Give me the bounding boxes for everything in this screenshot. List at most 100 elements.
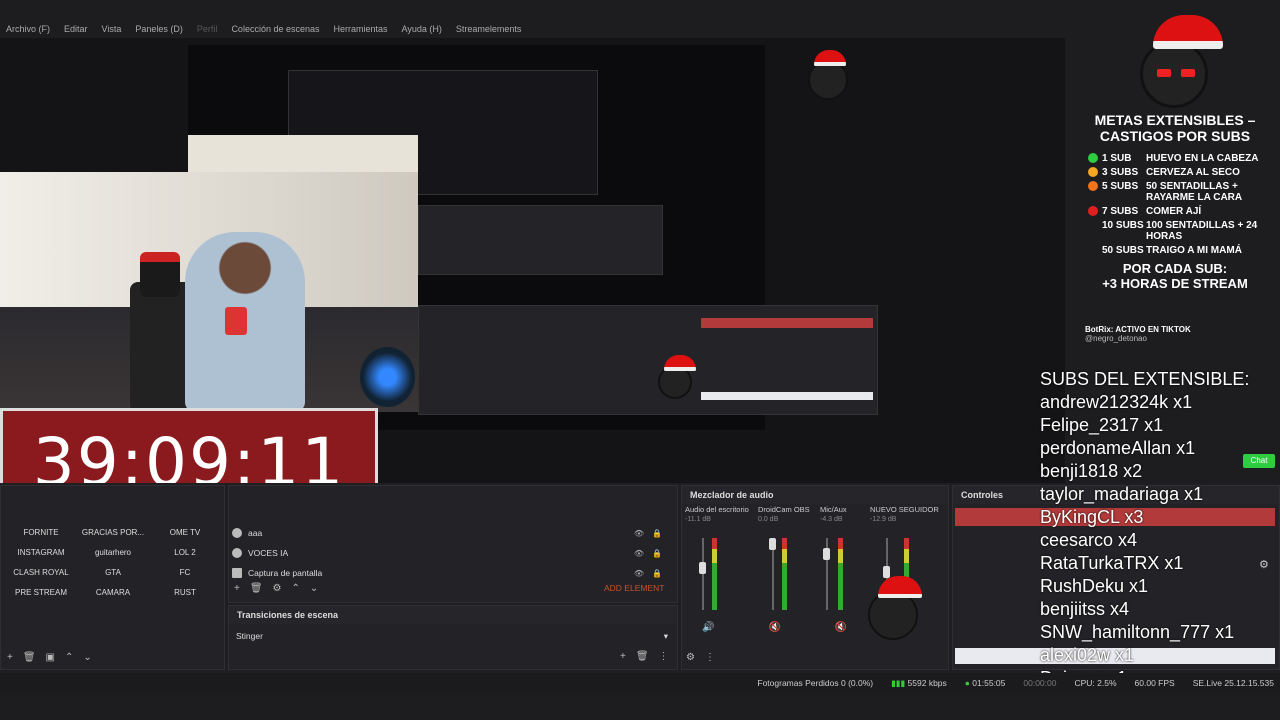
menu-perfil[interactable]: Perfil: [197, 20, 218, 38]
scene-button[interactable]: CLASH ROYAL: [5, 566, 77, 580]
chat-box: BotRix: ACTIVO EN TIKTOK @negro_detonao: [1085, 325, 1280, 343]
scene-button[interactable]: guitarhero: [77, 546, 149, 560]
scene-button[interactable]: GRACIAS POR...: [77, 526, 149, 540]
bitrate: ▮▮▮ 5592 kbps: [891, 677, 947, 688]
sub-entry: SNW_hamiltonn_777 x1: [1040, 622, 1235, 642]
scene-button[interactable]: GTA: [77, 566, 149, 580]
sub-entry: ByKingCL x3: [1040, 507, 1144, 527]
volume-knob[interactable]: [823, 548, 830, 560]
gear-icon[interactable]: ⚙: [273, 583, 282, 594]
meta-row: 5 SUBS 50 SENTADILLAS + RAYARME LA CARA: [1088, 181, 1278, 203]
monitor-icon: [232, 568, 242, 578]
scene-button[interactable]: PRE STREAM: [5, 586, 77, 600]
sources-toolbar: + 🗑 ⚙ ⌃ ⌄: [234, 583, 318, 594]
volume-knob[interactable]: [699, 562, 706, 574]
scene-button[interactable]: RUST: [149, 586, 221, 600]
down-icon[interactable]: ⌄: [310, 583, 318, 594]
status-bar: Fotogramas Perdidos 0 (0.0%) ▮▮▮ 5592 kb…: [0, 673, 1280, 693]
trash-icon[interactable]: 🗑: [250, 583, 263, 594]
eye-icon[interactable]: 👁: [634, 549, 644, 558]
scenes-toolbar: + 🗑 ▣ ⌃ ⌄: [7, 652, 92, 663]
volume-meter: [782, 538, 787, 610]
santa-icon-nested: [808, 50, 848, 100]
trash-icon[interactable]: 🗑: [23, 652, 36, 663]
subs-extensible-list: SUBS DEL EXTENSIBLE: andrew212324k x1 Fe…: [1040, 368, 1280, 690]
up-icon[interactable]: ⌃: [292, 583, 300, 594]
speaker-icon[interactable]: 🔊: [702, 622, 714, 633]
more-icon[interactable]: ⋮: [705, 652, 715, 663]
lock-icon[interactable]: 🔒: [652, 569, 662, 578]
eye-icon[interactable]: 👁: [634, 569, 644, 578]
chat-user-line: @negro_detonao: [1085, 334, 1147, 343]
sub-entry: alexi02w x1: [1040, 645, 1135, 665]
metas-footer: POR CADA SUB: +3 HORAS DE STREAM: [1102, 261, 1248, 291]
metas-title: METAS EXTENSIBLES – CASTIGOS POR SUBS: [1094, 112, 1256, 144]
scene-button[interactable]: FORNITE: [5, 526, 77, 540]
add-icon[interactable]: +: [234, 583, 240, 594]
volume-slider[interactable]: [702, 538, 704, 610]
mixer-channel: Audio del escritorio -11.1 dB: [685, 505, 749, 523]
fps: 60.00 FPS: [1134, 678, 1175, 688]
chat-bot-line: BotRix: ACTIVO EN TIKTOK: [1085, 325, 1191, 334]
transition-select[interactable]: Stinger ▾: [232, 628, 672, 644]
sub-entry: andrew212324k x1: [1040, 392, 1193, 412]
source-icon: [232, 548, 242, 558]
menu-herramientas[interactable]: Herramientas: [334, 20, 388, 38]
up-icon[interactable]: ⌃: [65, 652, 73, 663]
mixer-row-icons: 🔊 🔇 🔇: [702, 622, 847, 633]
add-icon[interactable]: +: [7, 652, 13, 663]
volume-meter: [838, 538, 843, 610]
source-item[interactable]: aaa 👁 🔒: [232, 525, 662, 541]
source-item[interactable]: Captura de pantalla 👁 🔒: [232, 565, 662, 581]
menu-ayuda[interactable]: Ayuda (H): [402, 20, 442, 38]
meta-row: 3 SUBS CERVEZA AL SECO: [1088, 167, 1278, 178]
sub-entry: taylor_madariaga x1: [1040, 484, 1204, 504]
settings-icon[interactable]: ⚙: [686, 652, 695, 663]
speaker-icon[interactable]: 🔇: [835, 622, 847, 633]
scene-button[interactable]: OME TV: [149, 526, 221, 540]
menu-coleccion[interactable]: Colección de escenas: [231, 20, 319, 38]
menu-vista[interactable]: Vista: [102, 20, 122, 38]
santa-icon-mixer: [868, 576, 922, 640]
scene-button[interactable]: FC: [149, 566, 221, 580]
more-icon[interactable]: ⋮: [659, 651, 669, 662]
chat-button[interactable]: Chat: [1243, 454, 1275, 468]
scene-button[interactable]: LOL 2: [149, 546, 221, 560]
sub-entry: ceesarco x4: [1040, 530, 1138, 550]
metas-list: 1 SUB HUEVO EN LA CABEZA 3 SUBS CERVEZA AL…: [1088, 153, 1278, 259]
mixer-channel: DroidCam OBS 0.0 dB: [758, 505, 810, 523]
lock-icon[interactable]: 🔒: [652, 549, 662, 558]
scene-grid: FORNITE GRACIAS POR... OME TV INSTAGRAM …: [5, 526, 221, 600]
transitions-title: Transiciones de escena: [229, 606, 677, 624]
add-element-button[interactable]: ADD ELEMENT: [604, 583, 664, 593]
lock-icon[interactable]: 🔒: [652, 529, 662, 538]
sub-entry: benjiitss x4: [1040, 599, 1130, 619]
sub-entry: RushDeku x1: [1040, 576, 1149, 596]
cpu-usage: CPU: 2.5%: [1074, 678, 1117, 688]
eye-icon[interactable]: 👁: [634, 529, 644, 538]
source-item[interactable]: VOCES IA 👁 🔒: [232, 545, 662, 561]
trash-icon[interactable]: 🗑: [636, 651, 649, 662]
santa-icon: [1140, 15, 1223, 108]
volume-knob[interactable]: [883, 566, 890, 578]
menu-editar[interactable]: Editar: [64, 20, 88, 38]
menu-streamelements[interactable]: Streamelements: [456, 20, 522, 38]
scene-button[interactable]: CAMARA: [77, 586, 149, 600]
mixer-toolbar: ⚙ ⋮: [686, 652, 715, 663]
live-time: ● 01:55:05: [964, 678, 1006, 688]
sub-entry: Felipe_2317 x1: [1040, 415, 1164, 435]
nested-panel-2: [418, 205, 663, 275]
add-icon[interactable]: +: [620, 651, 626, 662]
volume-meter: [712, 538, 717, 610]
down-icon[interactable]: ⌄: [83, 652, 91, 663]
mixer-channel: NUEVO SEGUIDOR -12.9 dB: [870, 505, 939, 523]
scene-button[interactable]: INSTAGRAM: [5, 546, 77, 560]
source-icon: [232, 528, 242, 538]
webcam-feed: [0, 172, 418, 412]
menu-paneles[interactable]: Paneles (D): [135, 20, 183, 38]
filter-icon[interactable]: ▣: [46, 652, 55, 663]
meta-row: 1 SUB HUEVO EN LA CABEZA: [1088, 153, 1278, 164]
volume-knob[interactable]: [769, 538, 776, 550]
speaker-icon[interactable]: 🔇: [768, 622, 780, 633]
menu-archivo[interactable]: Archivo (F): [6, 20, 50, 38]
